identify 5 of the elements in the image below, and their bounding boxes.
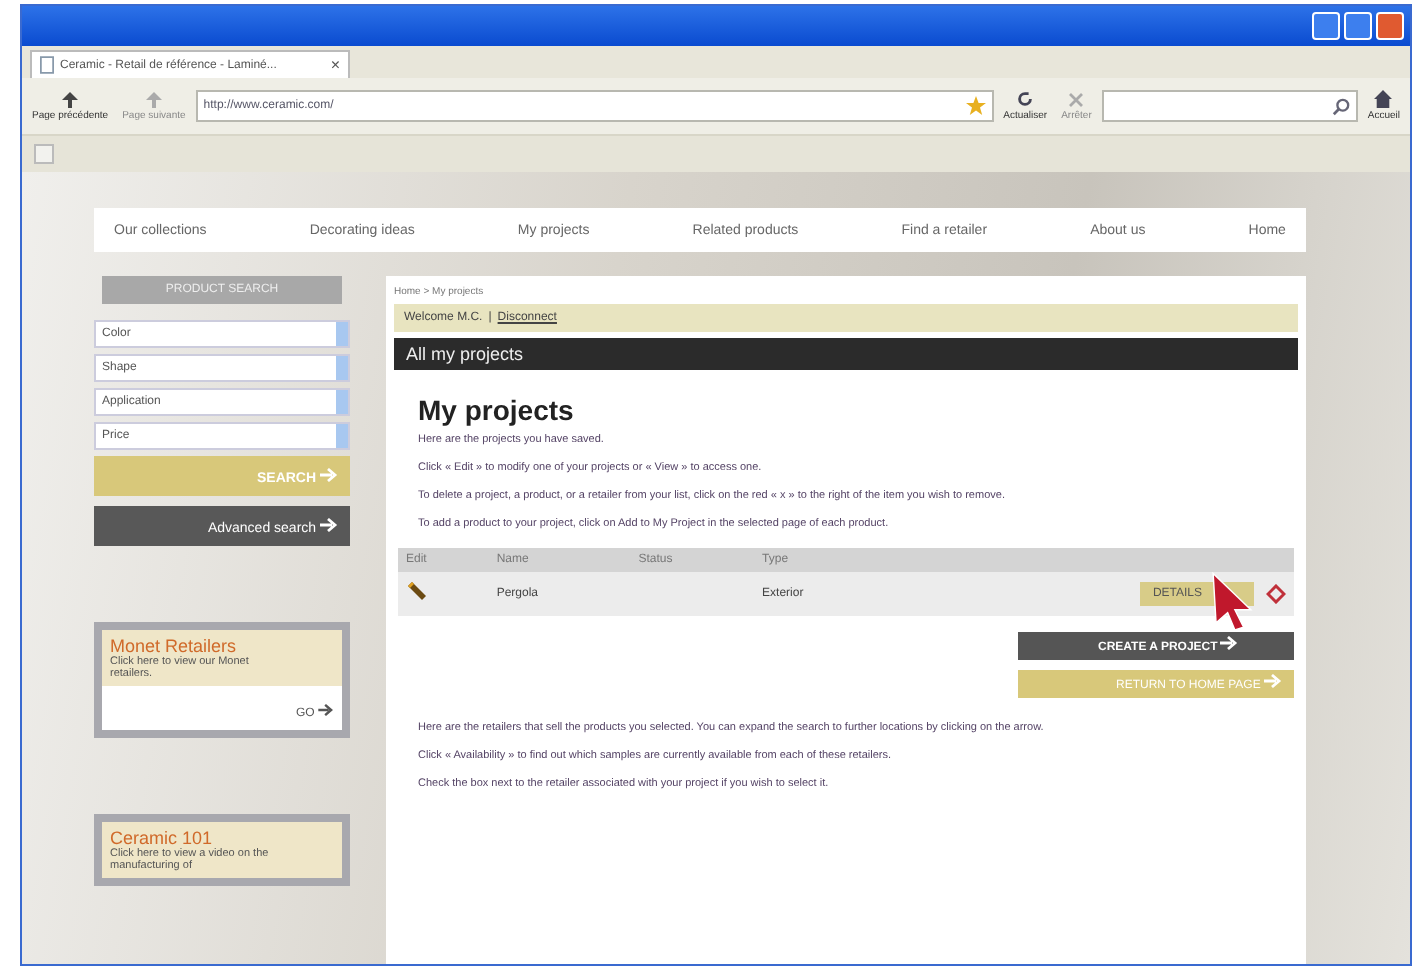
page-heading: My projects <box>418 394 576 426</box>
tab-close-button[interactable]: × <box>330 56 340 74</box>
card-title: Monet Retailers <box>110 636 239 656</box>
card-title: Ceramic 101 <box>110 828 215 848</box>
section-banner: All my projects <box>394 338 1298 370</box>
